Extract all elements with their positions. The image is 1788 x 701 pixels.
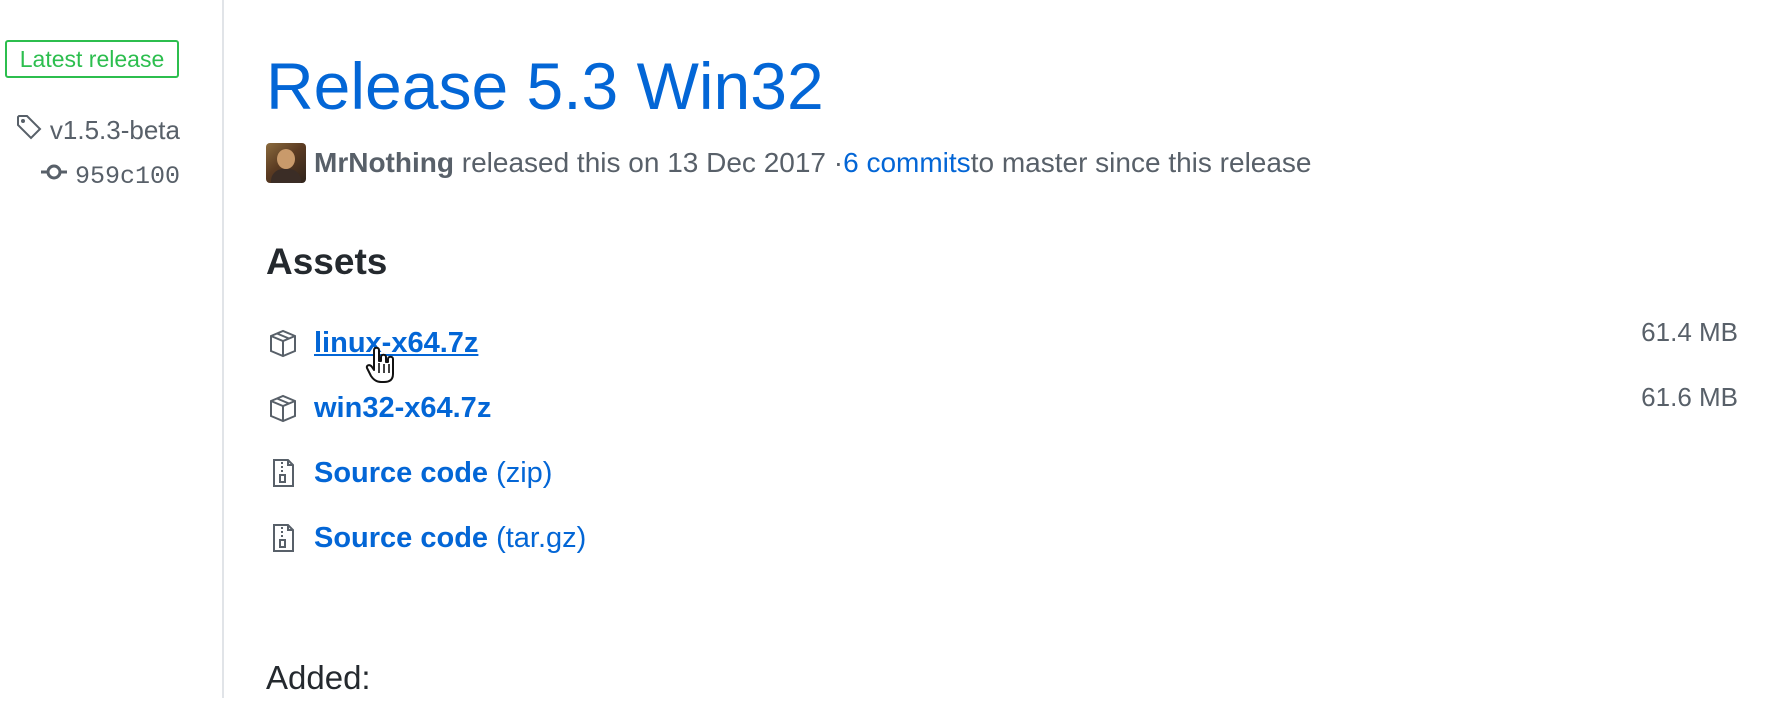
tag-label[interactable]: v1.5.3-beta: [50, 115, 180, 146]
asset-size: 61.4 MB: [1641, 317, 1738, 347]
author-link[interactable]: MrNothing: [314, 147, 454, 179]
asset-row: Source code (tar.gz): [266, 518, 1754, 558]
release-meta: MrNothing released this on 13 Dec 2017 ·…: [266, 143, 1312, 183]
commit-link[interactable]: 959c100: [39, 160, 180, 192]
asset-size: 61.6 MB: [1641, 382, 1738, 412]
release-main: Release 5.3 Win32 MrNothing released thi…: [266, 0, 1754, 698]
assets-heading: Assets: [266, 241, 388, 282]
asset-link[interactable]: win32-x64.7z: [314, 392, 491, 425]
commits-link[interactable]: 6 commits: [843, 147, 971, 179]
release-notes-added-heading: Added:: [266, 659, 371, 696]
asset-link[interactable]: Source code: [314, 457, 488, 490]
asset-format[interactable]: (tar.gz): [496, 522, 586, 555]
asset-link[interactable]: Source code: [314, 522, 488, 555]
hand-cursor-icon: [365, 346, 399, 384]
package-icon: [266, 391, 300, 425]
release-sidebar: Latest release v1.5.3-beta 959c100: [0, 0, 224, 698]
file-zip-icon: [266, 456, 300, 490]
avatar[interactable]: [266, 143, 306, 183]
since-text: to master since this release: [970, 147, 1312, 178]
git-commit-icon: [39, 157, 69, 195]
file-zip-icon: [266, 521, 300, 555]
tag-link[interactable]: v1.5.3-beta: [14, 114, 180, 146]
release-title[interactable]: Release 5.3 Win32: [266, 46, 824, 126]
asset-row: linux-x64.7z 61.4 MB: [266, 317, 1754, 363]
asset-row: Source code (zip): [266, 453, 1754, 493]
release-date-text: released this on 13 Dec 2017 ·: [461, 147, 844, 178]
latest-release-badge: Latest release: [5, 40, 179, 78]
asset-row: win32-x64.7z 61.6 MB: [266, 382, 1754, 428]
commit-sha[interactable]: 959c100: [75, 162, 180, 191]
asset-format[interactable]: (zip): [496, 457, 552, 490]
package-icon: [266, 326, 300, 360]
tag-icon: [14, 112, 44, 149]
